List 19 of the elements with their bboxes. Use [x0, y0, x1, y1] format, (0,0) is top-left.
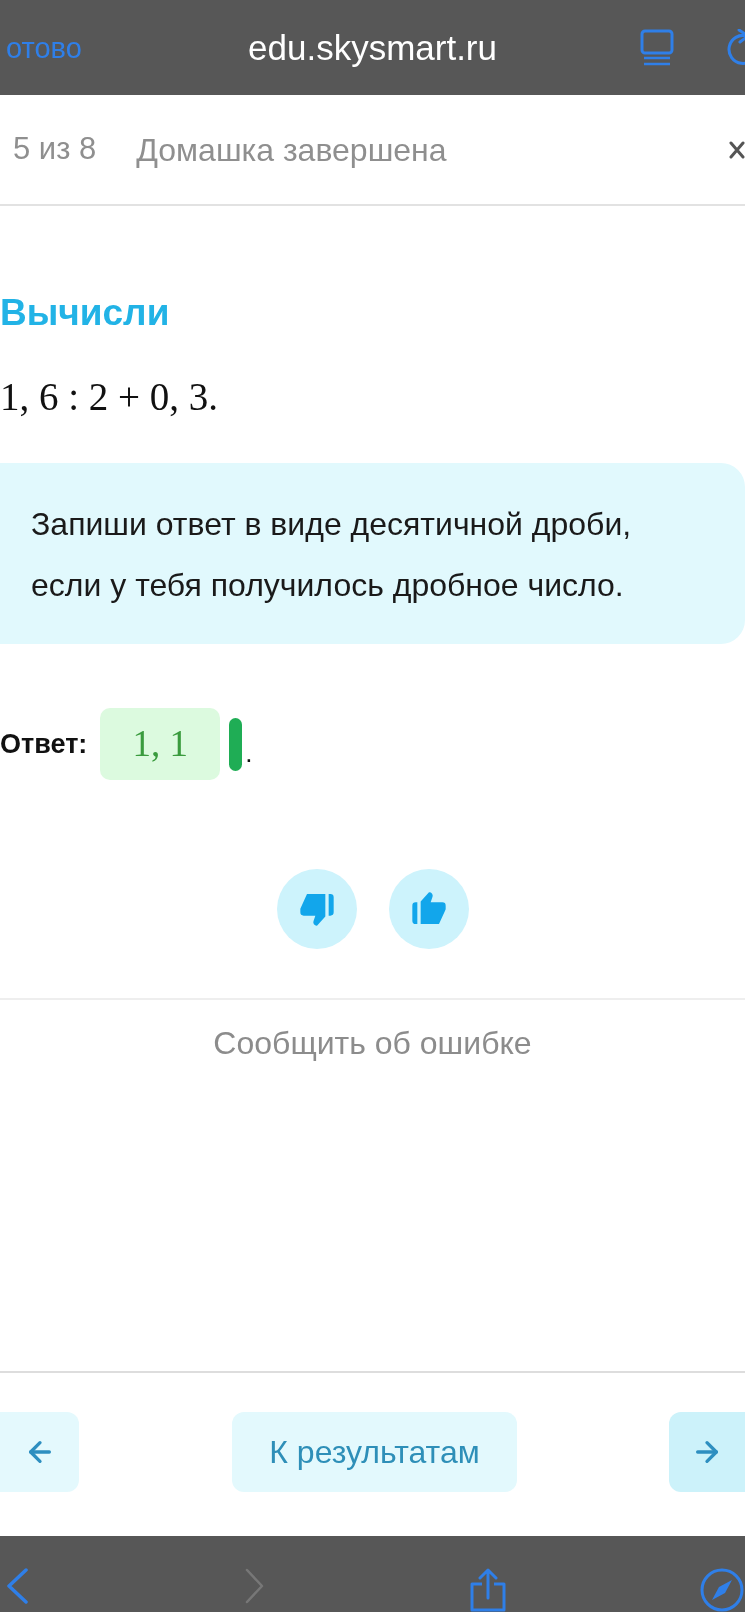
hint-text: Запиши ответ в виде десятичной дроби, если у тебя получилось дробное число.: [31, 505, 633, 605]
answer-field[interactable]: 1, 1: [100, 708, 221, 780]
share-icon[interactable]: [469, 1568, 507, 1612]
compass-icon[interactable]: [700, 1568, 744, 1612]
results-button[interactable]: К результатам: [232, 1412, 517, 1492]
task-title: Вычисли: [0, 291, 170, 335]
next-button[interactable]: [669, 1412, 745, 1492]
math-expression: 1, 6 : 2 + 0, 3.: [0, 374, 219, 420]
reader-icon[interactable]: [640, 28, 674, 67]
done-button[interactable]: отово: [0, 29, 82, 66]
progress-counter: 5 из 8: [13, 130, 97, 169]
homework-title: Домашка завершена: [136, 130, 447, 170]
report-error-link[interactable]: Сообщить об ошибке: [213, 1024, 532, 1062]
close-icon[interactable]: [729, 140, 745, 159]
back-icon[interactable]: [5, 1568, 29, 1604]
url-text[interactable]: edu.skysmart.ru: [248, 26, 497, 69]
answer-suffix: .: [245, 740, 253, 766]
previous-button[interactable]: [0, 1412, 79, 1492]
answer-label: Ответ:: [0, 727, 88, 761]
